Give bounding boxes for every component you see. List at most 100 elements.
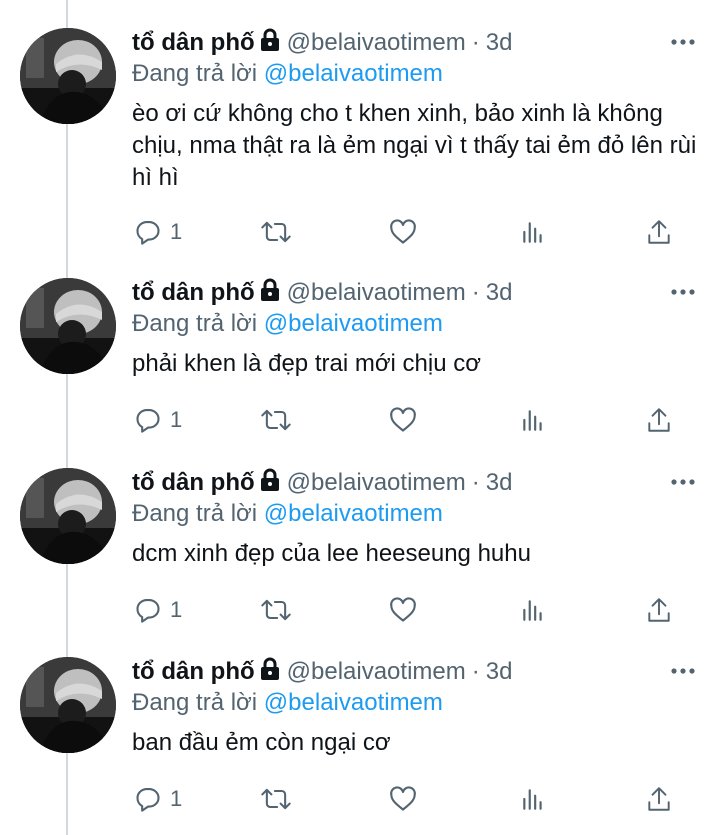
tweet-header: tổ dân phố @belaivaotimem · 3d [132,657,699,687]
reply-count: 1 [170,786,183,811]
share-button[interactable] [646,596,672,624]
display-name[interactable]: tổ dân phố [132,279,255,307]
view-count-button[interactable] [520,597,546,623]
separator-dot: · [471,658,480,685]
username-handle[interactable]: @belaivaotimem [287,279,466,307]
tweet-text: ban đầu ẻm còn ngại cơ [132,729,391,756]
heart-icon [389,785,417,813]
analytics-icon [520,219,546,245]
retweet-button[interactable] [260,596,292,624]
reply-count: 1 [170,219,183,244]
share-button[interactable] [646,785,672,813]
tweet-text: dcm xinh đẹp của lee heeseung huhu [132,540,531,567]
retweet-icon [260,596,292,624]
username-handle[interactable]: @belaivaotimem [287,658,466,686]
retweet-icon [260,218,292,246]
separator-dot: · [471,469,480,496]
replying-to: Đang trả lời @belaivaotimem [132,498,699,530]
share-button[interactable] [646,406,672,434]
retweet-button[interactable] [260,785,292,813]
reply-icon [134,596,162,624]
lock-icon [259,28,281,59]
replying-to-handle-link[interactable]: @belaivaotimem [264,310,443,337]
replying-to-handle-link[interactable]: @belaivaotimem [264,689,443,716]
tweet-text: èo ơi cứ không cho t khen xinh, bảo xinh… [132,100,697,191]
display-name[interactable]: tổ dân phố [132,469,255,497]
heart-icon [389,596,417,624]
tweet[interactable]: tổ dân phố @belaivaotimem · 3d Đang trả … [0,657,719,835]
reply-button[interactable]: 1 [134,785,182,813]
replying-to-label: Đang trả lời [132,310,264,337]
reply-count: 1 [170,597,183,622]
retweet-icon [260,785,292,813]
retweet-button[interactable] [260,406,292,434]
replying-to-handle-link[interactable]: @belaivaotimem [264,60,443,87]
share-icon [646,218,672,246]
like-button[interactable] [389,218,417,246]
tweet-text: phải khen là đẹp trai mới chịu cơ [132,350,481,377]
username-handle[interactable]: @belaivaotimem [287,29,466,57]
tweet-header: tổ dân phố @belaivaotimem · 3d [132,28,699,58]
display-name[interactable]: tổ dân phố [132,29,255,57]
avatar[interactable] [20,278,116,374]
replying-to-label: Đang trả lời [132,500,264,527]
share-icon [646,406,672,434]
tweet-actions: 1 [0,214,670,250]
tweet-header: tổ dân phố @belaivaotimem · 3d [132,468,699,498]
username-handle[interactable]: @belaivaotimem [287,469,466,497]
share-button[interactable] [646,218,672,246]
avatar[interactable] [20,28,116,124]
tweet-actions: 1 [0,781,670,817]
avatar[interactable] [20,468,116,564]
analytics-icon [520,407,546,433]
lock-icon [259,278,281,309]
separator-dot: · [471,29,480,56]
timestamp[interactable]: 3d [486,279,513,307]
replying-to-label: Đang trả lời [132,60,264,87]
tweet-actions: 1 [0,592,670,628]
separator-dot: · [471,279,480,306]
timestamp[interactable]: 3d [486,658,513,686]
avatar[interactable] [20,657,116,753]
replying-to: Đang trả lời @belaivaotimem [132,58,699,90]
lock-icon [259,657,281,688]
heart-icon [389,406,417,434]
tweet-actions: 1 [0,402,670,438]
reply-button[interactable]: 1 [134,218,182,246]
analytics-icon [520,786,546,812]
reply-button[interactable]: 1 [134,406,182,434]
like-button[interactable] [389,596,417,624]
reply-icon [134,406,162,434]
replying-to: Đang trả lời @belaivaotimem [132,308,699,340]
view-count-button[interactable] [520,786,546,812]
analytics-icon [520,597,546,623]
heart-icon [389,218,417,246]
tweet-header: tổ dân phố @belaivaotimem · 3d [132,278,699,308]
reply-icon [134,218,162,246]
timestamp[interactable]: 3d [486,29,513,57]
reply-count: 1 [170,407,183,432]
share-icon [646,785,672,813]
more-icon[interactable] [667,659,699,683]
replying-to-handle-link[interactable]: @belaivaotimem [264,500,443,527]
retweet-icon [260,406,292,434]
reply-icon [134,785,162,813]
share-icon [646,596,672,624]
reply-button[interactable]: 1 [134,596,182,624]
tweet[interactable]: tổ dân phố @belaivaotimem · 3d Đang trả … [0,278,719,458]
more-icon[interactable] [667,30,699,54]
replying-to: Đang trả lời @belaivaotimem [132,687,699,719]
more-icon[interactable] [667,470,699,494]
like-button[interactable] [389,785,417,813]
lock-icon [259,468,281,499]
view-count-button[interactable] [520,219,546,245]
view-count-button[interactable] [520,407,546,433]
tweet[interactable]: tổ dân phố @belaivaotimem · 3d Đang trả … [0,468,719,648]
replying-to-label: Đang trả lời [132,689,264,716]
more-icon[interactable] [667,280,699,304]
timestamp[interactable]: 3d [486,469,513,497]
tweet[interactable]: tổ dân phố @belaivaotimem · 3d Đang trả … [0,28,719,268]
like-button[interactable] [389,406,417,434]
retweet-button[interactable] [260,218,292,246]
display-name[interactable]: tổ dân phố [132,658,255,686]
